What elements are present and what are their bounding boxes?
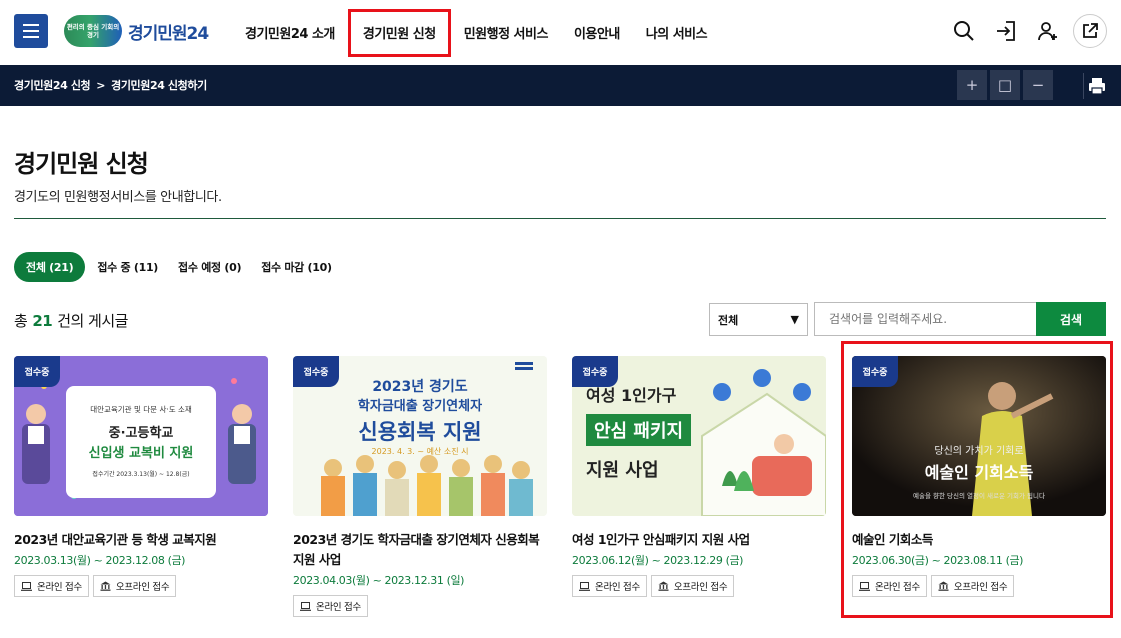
thumb-line-3: 지원 사업 (586, 460, 659, 481)
search-category-select[interactable]: 전체 ▼ (709, 303, 808, 336)
thumb-line-4: 접수기간 2023.3.13(월) ~ 12.8(금) (92, 471, 190, 478)
online-apply-label: 온라인 접수 (37, 582, 82, 593)
card-title[interactable]: 여성 1인가구 안심패키지 지원 사업 (572, 530, 826, 550)
card-actions: 온라인 접수 오프라인 접수 (572, 575, 826, 597)
count-suffix: 건의 게시글 (57, 312, 128, 330)
online-apply-button[interactable]: 온라인 접수 (14, 575, 89, 597)
card-thumbnail[interactable]: 2023년 경기도 학자금대출 장기연체자 신용회복 지원 2023. 4. 3… (293, 356, 547, 516)
online-apply-label: 온라인 접수 (595, 582, 640, 593)
status-tabs: 전체 (21) 접수 중 (11) 접수 예정 (0) 접수 마감 (10) (14, 252, 340, 282)
status-badge: 접수중 (293, 356, 339, 387)
search-input[interactable] (814, 302, 1036, 336)
page-title: 경기민원 신청 (14, 150, 149, 178)
zoom-out-button[interactable]: − (1023, 70, 1053, 100)
login-icon[interactable] (989, 14, 1023, 48)
thumb-line-3: 신용회복 지원 (358, 420, 482, 444)
online-apply-label: 온라인 접수 (316, 602, 361, 613)
zoom-reset-button[interactable]: □ (990, 70, 1020, 100)
nav-item-apply[interactable]: 경기민원 신청 (347, 8, 451, 57)
external-link-icon[interactable] (1073, 14, 1107, 48)
tab-upcoming[interactable]: 접수 예정 (0) (170, 252, 249, 282)
thumb-line-2: 중·고등학교 (108, 426, 174, 441)
logo-text: 경기민원24 (128, 23, 209, 44)
thumb-line-2: 안심 패키지 (586, 414, 692, 446)
highlight-box (841, 341, 1113, 618)
site-logo[interactable]: 편리의 중심 기회의 경기 경기민원24 (64, 14, 209, 48)
status-badge: 접수중 (572, 356, 618, 387)
tab-all[interactable]: 전체 (21) (14, 252, 86, 282)
search-button[interactable]: 검색 (1036, 302, 1106, 336)
count-prefix: 총 (14, 312, 28, 330)
bank-icon (100, 581, 111, 591)
thumb-line-2: 학자금대출 장기연체자 (357, 399, 483, 414)
card-uniform[interactable]: 대안교육기관 및 다문 사·도 소재 중·고등학교 신입생 교복비 지원 접수기… (14, 356, 268, 597)
offline-apply-label: 오프라인 접수 (115, 582, 170, 593)
title-divider (14, 218, 1106, 219)
search-icon[interactable] (947, 14, 981, 48)
breadcrumb-bar: 경기민원24 신청 > 경기민원24 신청하기 + □ − (0, 65, 1121, 106)
card-thumbnail[interactable]: 여성 1인가구 안심 패키지 지원 사업 접수중 (572, 356, 826, 516)
breadcrumb-item-1[interactable]: 경기민원24 신청 (14, 77, 91, 93)
thumb-line-4: 2023. 4. 3. ~ 예산 소진 시 (371, 447, 469, 456)
card-date: 2023.06.12(월) ~ 2023.12.29 (금) (572, 554, 744, 567)
nav-item-services[interactable]: 민원행정 서비스 (451, 9, 561, 57)
main-nav: 경기민원24 소개 경기민원 신청 민원행정 서비스 이용안내 나의 서비스 (232, 0, 720, 65)
tab-open[interactable]: 접수 중 (11) (89, 252, 166, 282)
chevron-down-icon: ▼ (790, 313, 799, 326)
menu-icon[interactable] (14, 14, 48, 48)
offline-apply-button[interactable]: 오프라인 접수 (650, 575, 735, 597)
count-number: 21 (32, 312, 53, 330)
nav-item-intro[interactable]: 경기민원24 소개 (232, 9, 348, 57)
tab-closed[interactable]: 접수 마감 (10) (253, 252, 340, 282)
offline-apply-label: 오프라인 접수 (673, 582, 728, 593)
card-date: 2023.04.03(월) ~ 2023.12.31 (일) (293, 574, 465, 587)
thumb-line-3: 신입생 교복비 지원 (88, 446, 194, 461)
header-utility (947, 14, 1107, 48)
breadcrumb: 경기민원24 신청 > 경기민원24 신청하기 (14, 77, 207, 93)
online-apply-button[interactable]: 온라인 접수 (293, 595, 368, 617)
card-title[interactable]: 2023년 대안교육기관 등 학생 교복지원 (14, 530, 268, 550)
laptop-icon (21, 581, 32, 591)
card-women-safety[interactable]: 여성 1인가구 안심 패키지 지원 사업 접수중 여성 1인가구 안심패키지 지… (572, 356, 826, 597)
print-icon[interactable] (1083, 73, 1109, 99)
breadcrumb-separator: > (96, 78, 106, 92)
card-date: 2023.03.13(월) ~ 2023.12.08 (금) (14, 554, 186, 567)
laptop-icon (579, 581, 590, 591)
card-student-loan[interactable]: 2023년 경기도 학자금대출 장기연체자 신용회복 지원 2023. 4. 3… (293, 356, 547, 617)
online-apply-button[interactable]: 온라인 접수 (572, 575, 647, 597)
card-thumbnail[interactable]: 대안교육기관 및 다문 사·도 소재 중·고등학교 신입생 교복비 지원 접수기… (14, 356, 268, 516)
card-actions: 온라인 접수 (293, 595, 547, 617)
card-actions: 온라인 접수 오프라인 접수 (14, 575, 268, 597)
zoom-in-button[interactable]: + (957, 70, 987, 100)
site-header: 편리의 중심 기회의 경기 경기민원24 경기민원24 소개 경기민원 신청 민… (0, 0, 1121, 65)
card-title[interactable]: 2023년 경기도 학자금대출 장기연체자 신용회복 지원 사업 (293, 530, 547, 570)
nav-item-my[interactable]: 나의 서비스 (633, 9, 720, 57)
select-value: 전체 (718, 313, 739, 327)
zoom-controls: + □ − (957, 70, 1053, 100)
bank-icon (658, 581, 669, 591)
offline-apply-button[interactable]: 오프라인 접수 (92, 575, 177, 597)
join-icon[interactable] (1031, 14, 1065, 48)
breadcrumb-item-2[interactable]: 경기민원24 신청하기 (111, 77, 207, 93)
nav-item-guide[interactable]: 이용안내 (561, 9, 633, 57)
logo-mark: 편리의 중심 기회의 경기 (64, 15, 122, 47)
thumb-line-1: 대안교육기관 및 다문 사·도 소재 (90, 405, 192, 414)
page-subtitle: 경기도의 민원행정서비스를 안내합니다. (14, 190, 222, 205)
laptop-icon (300, 601, 311, 611)
status-badge: 접수중 (14, 356, 60, 387)
result-count: 총 21 건의 게시글 (14, 310, 128, 331)
